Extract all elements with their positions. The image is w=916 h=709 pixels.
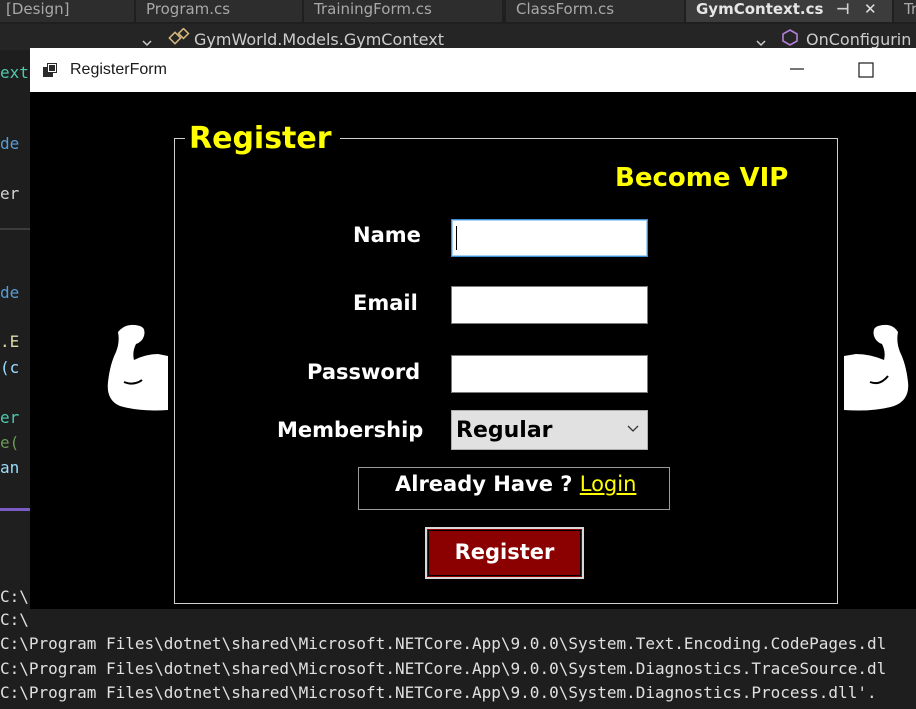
ide-tab-bar: [Design] Program.cs TrainingForm.cs Clas… xyxy=(0,0,916,22)
password-label: Password xyxy=(307,360,421,384)
membership-label: Membership xyxy=(277,418,424,442)
code-fragment: ext xyxy=(0,63,29,82)
minimize-button[interactable] xyxy=(774,48,818,92)
ide-tab-gymcontext[interactable]: GymContext.cs ⊣ ✕ xyxy=(686,0,892,22)
email-field[interactable] xyxy=(451,286,648,324)
output-line: C:\ xyxy=(0,610,29,629)
ide-tab-label: [Design] xyxy=(6,0,70,18)
pin-icon[interactable]: ⊣ xyxy=(836,0,850,18)
register-groupbox: Register Become VIP Name Email Password … xyxy=(174,119,838,604)
already-have-label: Already Have ? xyxy=(395,472,573,496)
name-label: Name xyxy=(353,223,421,247)
code-editor[interactable]: ext de er de .E (c er e( an xyxy=(0,50,30,511)
output-line: C:\Program Files\dotnet\shared\Microsoft… xyxy=(0,659,887,678)
ide-tab-trainingform[interactable]: TrainingForm.cs xyxy=(304,0,502,22)
form-client-area: Register Become VIP Name Email Password … xyxy=(30,92,916,609)
code-fragment: de xyxy=(0,283,20,302)
text-caret xyxy=(456,226,457,250)
email-label: Email xyxy=(353,291,418,315)
minimize-icon xyxy=(790,68,804,70)
output-line: C:\ xyxy=(0,587,29,606)
method-icon xyxy=(780,28,800,50)
app-icon xyxy=(42,62,58,78)
membership-select[interactable]: Regular xyxy=(451,410,648,450)
chevron-down-icon xyxy=(627,425,639,432)
ide-tab-label: Program.cs xyxy=(146,0,231,18)
ide-tab-classform[interactable]: ClassForm.cs xyxy=(506,0,684,22)
code-fragment: .E xyxy=(0,332,20,351)
window-title: RegisterForm xyxy=(70,61,167,78)
code-fragment: er xyxy=(0,408,20,427)
code-fragment: e( xyxy=(0,433,20,452)
register-form-window: RegisterForm Register Become VIP Name Em… xyxy=(30,48,916,609)
register-button[interactable]: Register xyxy=(425,527,584,579)
ide-nav-member[interactable]: OnConfigurin xyxy=(806,30,911,49)
code-fragment: de xyxy=(0,134,20,153)
maximize-button[interactable] xyxy=(844,48,888,92)
ide-tab-label: ClassForm.cs xyxy=(516,0,615,18)
login-prompt-box: Already Have ? Login xyxy=(358,467,670,510)
ide-tab-program[interactable]: Program.cs xyxy=(136,0,302,22)
code-fragment: er xyxy=(0,184,20,203)
ide-tab-design[interactable]: [Design] xyxy=(0,0,134,22)
output-line: C:\Program Files\dotnet\shared\Microsoft… xyxy=(0,683,877,702)
membership-selected-value: Regular xyxy=(456,418,553,443)
already-have-text: Already Have ? Login xyxy=(385,472,647,496)
class-icon xyxy=(168,27,190,50)
divider xyxy=(0,508,30,511)
divider xyxy=(0,228,30,230)
ide-nav-class[interactable]: GymWorld.Models.GymContext xyxy=(194,30,444,49)
output-line: C:\Program Files\dotnet\shared\Microsoft… xyxy=(0,634,887,653)
close-icon[interactable]: ✕ xyxy=(864,0,877,18)
become-vip-text: Become VIP xyxy=(615,163,789,193)
ide-navigation-bar: GymWorld.Models.GymContext OnConfigurin xyxy=(0,24,916,50)
flexed-arm-left-icon xyxy=(107,324,168,411)
password-field[interactable] xyxy=(451,355,648,393)
maximize-icon xyxy=(858,62,874,78)
flexed-arm-right-icon xyxy=(844,324,909,411)
ide-tab-label: Tra xyxy=(904,0,916,18)
groupbox-title: Register xyxy=(185,119,340,159)
ide-tab-overflow[interactable]: Tra xyxy=(894,0,916,22)
window-titlebar[interactable]: RegisterForm xyxy=(30,48,916,92)
login-link[interactable]: Login xyxy=(580,472,637,496)
name-field[interactable] xyxy=(451,219,648,257)
code-fragment: an xyxy=(0,458,20,477)
ide-tab-label: TrainingForm.cs xyxy=(314,0,432,18)
ide-tab-label: GymContext.cs xyxy=(696,0,824,18)
code-fragment: (c xyxy=(0,358,20,377)
